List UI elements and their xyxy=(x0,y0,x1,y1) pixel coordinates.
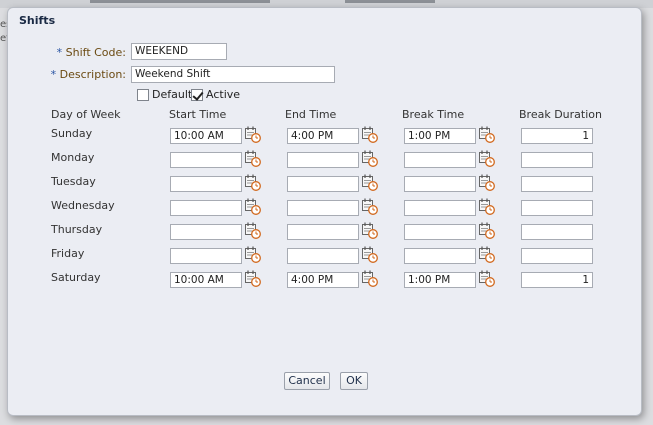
column-header-start-time: Start Time xyxy=(169,108,227,121)
column-header-end-time: End Time xyxy=(285,108,337,121)
start-time-input[interactable] xyxy=(170,248,242,264)
day-label: Friday xyxy=(51,247,85,260)
shift-code-input[interactable]: WEEKEND xyxy=(131,43,227,60)
calendar-clock-icon[interactable] xyxy=(362,246,378,263)
calendar-clock-icon[interactable] xyxy=(245,198,261,215)
break-time-input[interactable]: 1:00 PM xyxy=(404,272,476,288)
break-time-input[interactable] xyxy=(404,152,476,168)
break-time-input[interactable]: 1:00 PM xyxy=(404,128,476,144)
break-duration-input[interactable]: 1 xyxy=(521,128,593,144)
end-time-input[interactable]: 4:00 PM xyxy=(287,272,359,288)
ok-button[interactable]: OK xyxy=(340,372,368,390)
active-checkbox-label: Active xyxy=(206,88,241,101)
calendar-clock-icon[interactable] xyxy=(479,222,495,239)
start-time-input[interactable] xyxy=(170,200,242,216)
break-duration-input[interactable] xyxy=(521,200,593,216)
calendar-clock-icon[interactable] xyxy=(362,174,378,191)
end-time-input[interactable] xyxy=(287,248,359,264)
end-time-input[interactable] xyxy=(287,152,359,168)
calendar-clock-icon[interactable] xyxy=(362,150,378,167)
break-time-input[interactable] xyxy=(404,176,476,192)
end-time-input[interactable] xyxy=(287,176,359,192)
calendar-clock-icon[interactable] xyxy=(245,150,261,167)
day-label: Sunday xyxy=(51,127,93,140)
calendar-clock-icon[interactable] xyxy=(245,270,261,287)
calendar-clock-icon[interactable] xyxy=(479,198,495,215)
break-duration-input[interactable]: 1 xyxy=(521,272,593,288)
day-label: Tuesday xyxy=(51,175,96,188)
required-marker: * xyxy=(50,68,57,81)
start-time-input[interactable] xyxy=(170,152,242,168)
day-label: Wednesday xyxy=(51,199,115,212)
day-label: Saturday xyxy=(51,271,101,284)
active-checkbox-group[interactable]: Active xyxy=(191,88,240,101)
calendar-clock-icon[interactable] xyxy=(479,270,495,287)
calendar-clock-icon[interactable] xyxy=(245,246,261,263)
column-header-break-time: Break Time xyxy=(402,108,465,121)
break-duration-input[interactable] xyxy=(521,176,593,192)
default-checkbox-label: Default xyxy=(152,88,193,101)
column-header-break-duration: Break Duration xyxy=(519,108,602,121)
day-label: Thursday xyxy=(51,223,103,236)
description-input[interactable]: Weekend Shift xyxy=(131,66,335,83)
end-time-input[interactable]: 4:00 PM xyxy=(287,128,359,144)
calendar-clock-icon[interactable] xyxy=(245,174,261,191)
required-marker: * xyxy=(56,46,63,59)
shift-code-label: * Shift Code: xyxy=(16,46,126,59)
active-checkbox[interactable] xyxy=(191,88,203,101)
calendar-clock-icon[interactable] xyxy=(245,222,261,239)
calendar-clock-icon[interactable] xyxy=(362,198,378,215)
break-duration-input[interactable] xyxy=(521,248,593,264)
default-checkbox[interactable] xyxy=(137,88,149,101)
description-label: * Description: xyxy=(16,68,126,81)
calendar-clock-icon[interactable] xyxy=(362,126,378,143)
end-time-input[interactable] xyxy=(287,224,359,240)
break-duration-input[interactable] xyxy=(521,152,593,168)
description-label-text: Description: xyxy=(59,68,126,81)
background-tab xyxy=(345,0,435,3)
cancel-button[interactable]: Cancel xyxy=(284,372,330,390)
break-time-input[interactable] xyxy=(404,248,476,264)
background-tab xyxy=(90,0,270,3)
break-time-input[interactable] xyxy=(404,224,476,240)
break-duration-input[interactable] xyxy=(521,224,593,240)
start-time-input[interactable]: 10:00 AM xyxy=(170,272,242,288)
calendar-clock-icon[interactable] xyxy=(362,222,378,239)
shift-code-label-text: Shift Code: xyxy=(65,46,126,59)
default-checkbox-group[interactable]: Default xyxy=(137,88,192,101)
start-time-input[interactable] xyxy=(170,224,242,240)
calendar-clock-icon[interactable] xyxy=(479,126,495,143)
day-label: Monday xyxy=(51,151,95,164)
calendar-clock-icon[interactable] xyxy=(479,246,495,263)
calendar-clock-icon[interactable] xyxy=(245,126,261,143)
start-time-input[interactable]: 10:00 AM xyxy=(170,128,242,144)
shifts-dialog: Shifts * Shift Code: WEEKEND * Descripti… xyxy=(7,7,642,416)
start-time-input[interactable] xyxy=(170,176,242,192)
column-header-day: Day of Week xyxy=(51,108,121,121)
calendar-clock-icon[interactable] xyxy=(479,150,495,167)
break-time-input[interactable] xyxy=(404,200,476,216)
end-time-input[interactable] xyxy=(287,200,359,216)
calendar-clock-icon[interactable] xyxy=(479,174,495,191)
calendar-clock-icon[interactable] xyxy=(362,270,378,287)
dialog-title: Shifts xyxy=(19,14,56,27)
